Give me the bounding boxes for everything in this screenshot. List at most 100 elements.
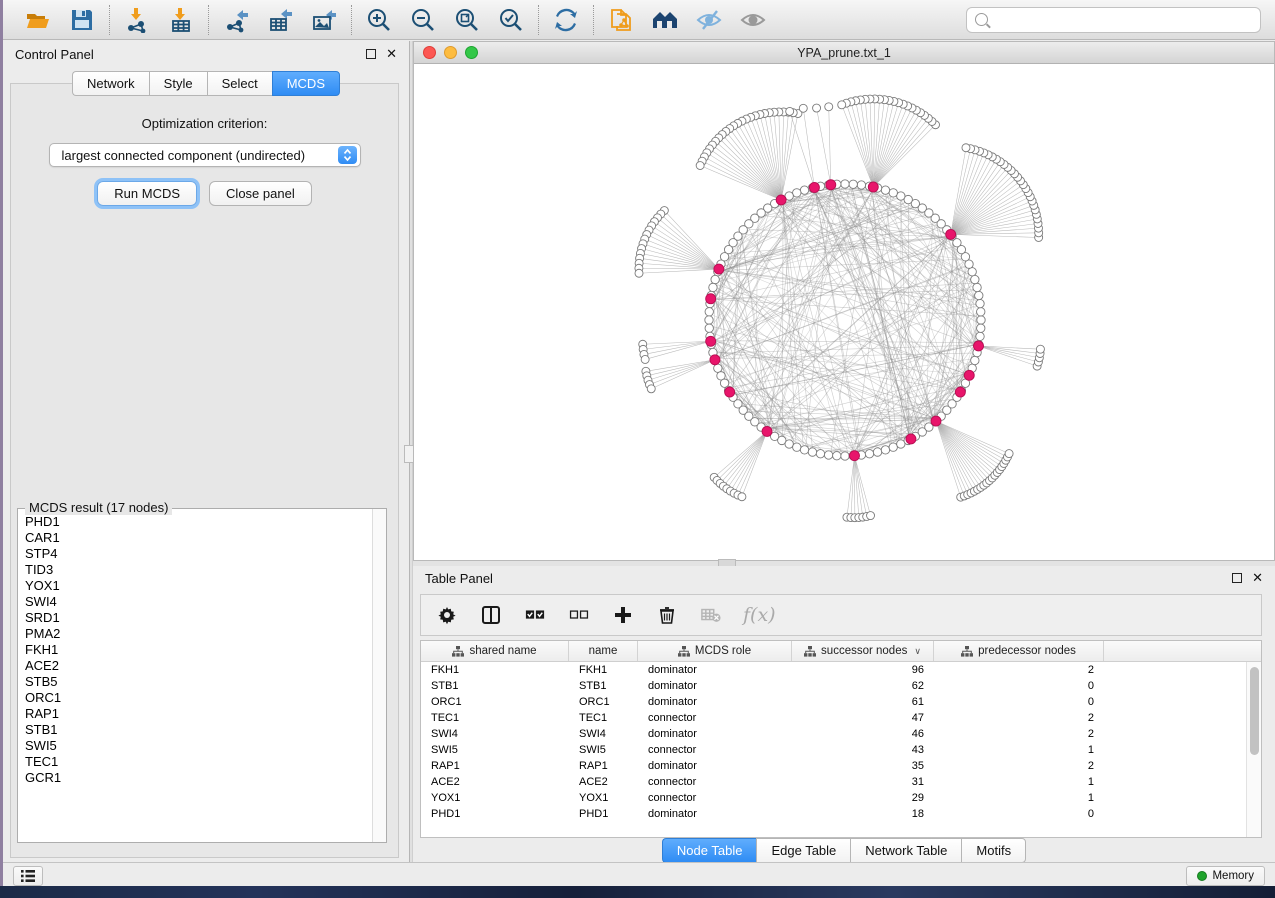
result-node-item[interactable]: YOX1 [25,578,386,594]
ring-node[interactable] [977,316,985,324]
table-row[interactable]: SWI5SWI5connector431 [421,742,1246,758]
zoom-out-icon[interactable] [408,5,438,35]
leaf-node[interactable] [825,103,833,111]
result-node-item[interactable]: ORC1 [25,690,386,706]
ring-node[interactable] [808,448,816,456]
ring-node[interactable] [976,299,984,307]
search-input[interactable] [994,13,1252,27]
import-table-icon[interactable] [166,5,196,35]
ring-node[interactable] [977,308,985,316]
table-row[interactable]: ACE2ACE2connector311 [421,774,1246,790]
zoom-in-icon[interactable] [364,5,394,35]
table-row[interactable]: STB1STB1dominator620 [421,678,1246,694]
mcds-hub-node[interactable] [964,370,974,380]
leaf-node[interactable] [867,512,875,520]
ring-node[interactable] [705,308,713,316]
leaf-node[interactable] [738,493,746,501]
zoom-fit-icon[interactable] [452,5,482,35]
mcds-hub-node[interactable] [974,341,984,351]
ring-node[interactable] [968,268,976,276]
first-neighbors-icon[interactable] [650,5,680,35]
result-node-item[interactable]: TID3 [25,562,386,578]
task-history-button[interactable] [13,866,43,886]
select-all-icon[interactable] [523,603,547,627]
mcds-hub-node[interactable] [714,264,724,274]
mcds-result-list[interactable]: PHD1CAR1STP4TID3YOX1SWI4SRD1PMA2FKH1ACE2… [18,509,386,842]
run-mcds-button[interactable]: Run MCDS [97,181,197,206]
ring-node[interactable] [793,189,801,197]
ring-node[interactable] [881,186,889,194]
close-panel-icon[interactable]: ✕ [1252,573,1263,583]
ring-node[interactable] [889,189,897,197]
result-node-item[interactable]: STB5 [25,674,386,690]
duplicate-network-icon[interactable] [606,5,636,35]
table-options-icon[interactable] [435,603,459,627]
table-row[interactable]: YOX1YOX1connector291 [421,790,1246,806]
ring-node[interactable] [881,446,889,454]
ring-node[interactable] [897,192,905,200]
leaf-node[interactable] [799,104,807,112]
tab-select[interactable]: Select [207,71,272,96]
float-panel-icon[interactable] [366,49,376,59]
open-file-icon[interactable] [23,5,53,35]
result-list-scrollbar[interactable] [372,509,386,842]
ring-node[interactable] [785,440,793,448]
ring-node[interactable] [711,275,719,283]
result-node-item[interactable]: SWI5 [25,738,386,754]
ring-node[interactable] [973,283,981,291]
mcds-hub-node[interactable] [906,434,916,444]
leaf-node[interactable] [635,269,643,277]
mcds-hub-node[interactable] [706,336,716,346]
tab-node-table[interactable]: Node Table [662,838,757,863]
result-node-item[interactable]: RAP1 [25,706,386,722]
mcds-hub-node[interactable] [849,451,859,461]
column-header-name[interactable]: name [569,641,638,661]
tab-network[interactable]: Network [72,71,149,96]
close-panel-icon[interactable]: ✕ [386,49,397,59]
ring-node[interactable] [841,180,849,188]
ring-node[interactable] [971,356,979,364]
search-field[interactable] [966,7,1261,33]
ring-node[interactable] [833,452,841,460]
column-header-successor-nodes[interactable]: successor nodes∨ [792,641,934,661]
tab-network-table[interactable]: Network Table [850,838,961,863]
ring-node[interactable] [800,446,808,454]
leaf-node[interactable] [1036,345,1044,353]
ring-node[interactable] [793,443,801,451]
tab-edge-table[interactable]: Edge Table [756,838,850,863]
ring-node[interactable] [709,283,717,291]
result-node-item[interactable]: SWI4 [25,594,386,610]
mcds-hub-node[interactable] [776,195,786,205]
ring-node[interactable] [824,451,832,459]
mcds-hub-node[interactable] [931,416,941,426]
result-node-item[interactable]: CAR1 [25,530,386,546]
network-graph[interactable] [414,64,1274,560]
import-network-icon[interactable] [122,5,152,35]
close-panel-button[interactable]: Close panel [209,181,312,206]
leaf-node[interactable] [647,385,655,393]
leaf-node[interactable] [786,107,794,115]
table-row[interactable]: ORC1ORC1dominator610 [421,694,1246,710]
result-node-item[interactable]: ACE2 [25,658,386,674]
hide-selected-icon[interactable] [694,5,724,35]
ring-node[interactable] [841,452,849,460]
mcds-hub-node[interactable] [955,387,965,397]
add-column-icon[interactable] [611,603,635,627]
ring-node[interactable] [873,448,881,456]
ring-node[interactable] [816,450,824,458]
show-all-icon[interactable] [738,5,768,35]
mcds-hub-node[interactable] [868,182,878,192]
function-builder-icon[interactable]: f(x) [743,604,776,626]
criterion-dropdown[interactable]: largest connected component (undirected) [49,143,361,167]
leaf-node[interactable] [962,144,970,152]
ring-node[interactable] [971,275,979,283]
show-column-icon[interactable] [479,603,503,627]
mcds-hub-node[interactable] [706,294,716,304]
table-row[interactable]: SWI4SWI4dominator462 [421,726,1246,742]
ring-node[interactable] [977,324,985,332]
result-node-item[interactable]: STB1 [25,722,386,738]
memory-button[interactable]: Memory [1186,866,1265,886]
leaf-node[interactable] [838,101,846,109]
unselect-all-icon[interactable] [567,603,591,627]
ring-node[interactable] [889,443,897,451]
